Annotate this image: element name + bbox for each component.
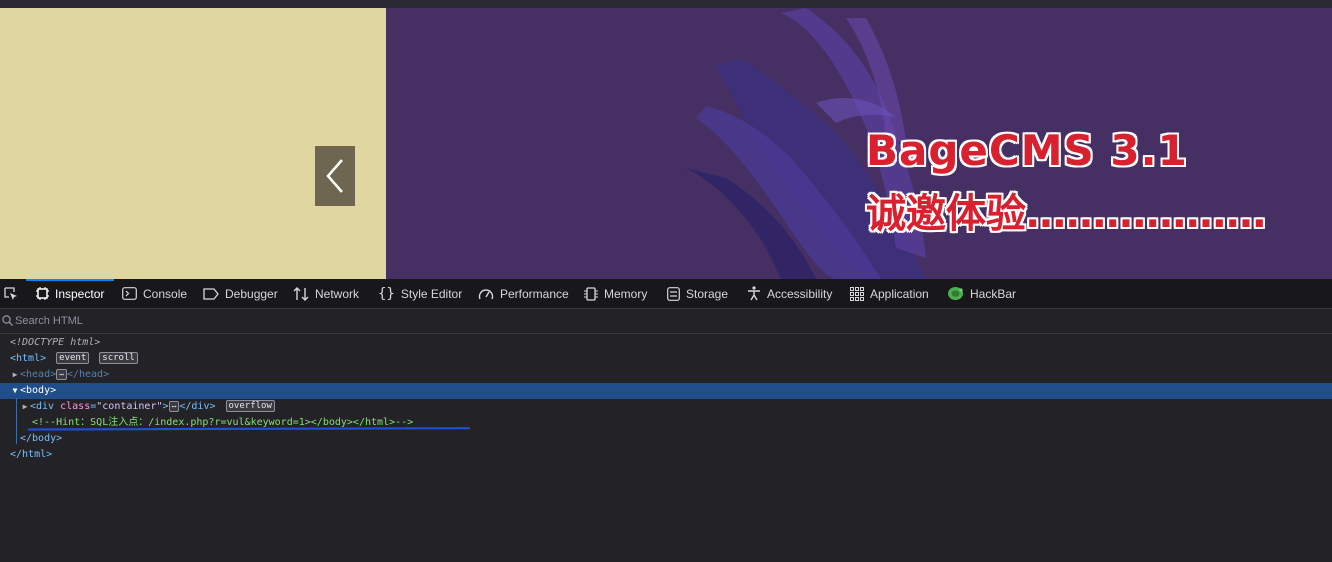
html-close-tag: </html>: [10, 449, 53, 460]
tree-guide-line: [16, 398, 17, 444]
inspector-icon: [36, 287, 49, 300]
div-attr-value: "container": [96, 401, 163, 412]
tab-inspector-label: Inspector: [55, 286, 105, 301]
browser-top-strip: [0, 0, 1332, 8]
prev-arrow-icon: [326, 159, 343, 193]
hero-banner: BageCMS 3.1 诚邀体验………………: [386, 8, 1332, 279]
body-open-end: >: [50, 385, 57, 396]
html-open-end: >: [40, 353, 47, 364]
tab-accessibility-label: Accessibility: [767, 286, 833, 301]
body-open-tag: <body: [20, 385, 51, 396]
head-node[interactable]: ▶ <head> ⋯ </head>: [10, 367, 109, 383]
tab-application-label: Application: [870, 286, 929, 301]
scroll-badge[interactable]: scroll: [99, 352, 138, 364]
tab-storage[interactable]: Storage: [667, 279, 728, 308]
doctype-node[interactable]: <!DOCTYPE html>: [10, 335, 100, 351]
tab-hackbar-label: HackBar: [970, 286, 1017, 301]
tab-memory[interactable]: Memory: [584, 279, 647, 308]
tab-storage-label: Storage: [686, 286, 729, 301]
hackbar-icon: [948, 287, 963, 300]
overflow-badge[interactable]: overflow: [225, 400, 275, 412]
performance-icon: [478, 288, 494, 299]
collapsed-children-icon[interactable]: ⋯: [56, 368, 67, 380]
event-badge[interactable]: event: [56, 352, 90, 364]
debugger-icon: [203, 287, 219, 300]
page-viewport: BageCMS 3.1 诚邀体验………………: [0, 8, 1332, 279]
div-close-tag: </div>: [179, 401, 216, 412]
body-close-tag: </body>: [20, 433, 63, 444]
tab-style-editor-label: Style Editor: [400, 286, 463, 301]
network-icon: [293, 286, 309, 301]
element-picker-icon: [4, 286, 17, 300]
div-container-node[interactable]: ▶ <div class="container"> ⋯ </div> overflow: [20, 399, 275, 415]
style-editor-icon: {}: [378, 285, 395, 302]
html-open-tag: <html: [10, 353, 41, 364]
application-icon: [850, 286, 864, 301]
head-close-tag: </head>: [66, 369, 110, 380]
annotation-underline: [28, 427, 470, 431]
accessibility-icon: [748, 286, 760, 301]
element-picker-button[interactable]: [0, 279, 22, 308]
tab-console[interactable]: Console: [122, 279, 187, 308]
div-tag-end: >: [162, 401, 169, 412]
prev-slide-button[interactable]: [315, 146, 355, 206]
div-open-tag: <div: [30, 401, 55, 412]
banner-title: BageCMS 3.1: [866, 126, 1188, 175]
tab-style-editor[interactable]: {} Style Editor: [378, 279, 462, 308]
collapse-arrow-icon[interactable]: ▼: [10, 383, 20, 399]
tab-hackbar[interactable]: HackBar: [947, 279, 1016, 308]
memory-icon: [584, 286, 598, 301]
tab-application[interactable]: Application: [850, 279, 929, 308]
left-banner-panel: [0, 8, 386, 279]
console-icon: [122, 287, 137, 300]
tab-network-label: Network: [315, 286, 360, 301]
storage-icon: [667, 286, 680, 301]
expand-arrow-icon[interactable]: ▶: [10, 367, 20, 383]
doctype-text: <!DOCTYPE html>: [10, 337, 101, 348]
head-open-tag: <head>: [20, 369, 57, 380]
html-node[interactable]: <html> event scroll: [10, 351, 138, 367]
collapsed-children-icon[interactable]: ⋯: [168, 400, 180, 412]
tab-console-label: Console: [143, 286, 188, 301]
tab-performance-label: Performance: [500, 286, 569, 301]
search-html-row: [0, 309, 1332, 334]
expand-arrow-icon[interactable]: ▶: [20, 399, 30, 415]
tab-memory-label: Memory: [604, 286, 648, 301]
tab-inspector[interactable]: Inspector: [26, 279, 115, 308]
search-html-input[interactable]: [15, 312, 615, 330]
search-icon: [2, 315, 13, 326]
tab-network[interactable]: Network: [293, 279, 359, 308]
tab-debugger-label: Debugger: [225, 286, 278, 301]
div-attr-name: class: [60, 401, 91, 412]
tab-performance[interactable]: Performance: [478, 279, 569, 308]
body-node-selected[interactable]: ▼ <body>: [0, 383, 1332, 399]
html-close-node[interactable]: </html>: [10, 447, 52, 463]
body-close-node[interactable]: </body>: [20, 431, 62, 447]
devtools-tabbar: Inspector Console Debugger Network {} St…: [0, 279, 1332, 309]
tab-accessibility[interactable]: Accessibility: [747, 279, 832, 308]
banner-subtitle: 诚邀体验………………: [866, 191, 1266, 237]
tab-debugger[interactable]: Debugger: [203, 279, 278, 308]
banner-text: BageCMS 3.1 诚邀体验………………: [866, 126, 1266, 239]
